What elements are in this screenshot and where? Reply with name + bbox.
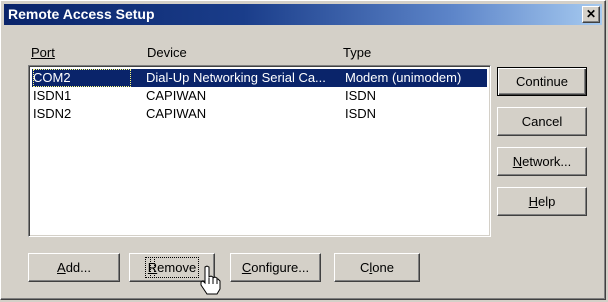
cancel-button[interactable]: Cancel [497, 107, 587, 136]
network-label-mnemonic: N [512, 154, 523, 169]
help-label-mnemonic: H [528, 194, 539, 209]
cancel-label: Cancel [521, 114, 563, 129]
add-label: Add... [57, 260, 91, 275]
column-header-device: Device [147, 45, 187, 60]
list-item-isdn2[interactable]: ISDN2 CAPIWAN ISDN [32, 105, 487, 123]
port-cell: ISDN1 [33, 88, 72, 103]
network-label: Network... [513, 154, 572, 169]
remove-label-post: emove [154, 257, 200, 278]
configure-label: Configure... [242, 260, 309, 275]
list-item-isdn1[interactable]: ISDN1 CAPIWAN ISDN [32, 87, 487, 105]
help-label: Help [529, 194, 556, 209]
port-header-label: Port [31, 45, 55, 60]
remove-label-mnemonic: R [147, 260, 158, 275]
type-cell: ISDN [345, 106, 377, 121]
device-cell: CAPIWAN [146, 106, 207, 121]
port-list[interactable]: COM2 Dial-Up Networking Serial Ca... Mod… [28, 65, 491, 237]
configure-button[interactable]: Configure... [230, 253, 321, 282]
title-bar[interactable]: Remote Access Setup ✕ [4, 4, 602, 25]
network-label-post: etwork... [522, 154, 572, 169]
add-label-post: dd... [65, 260, 91, 275]
clone-label-pre: C [360, 260, 370, 275]
device-cell: Dial-Up Networking Serial Ca... [146, 70, 326, 85]
port-cell: COM2 [33, 69, 131, 87]
configure-label-mnemonic: C [241, 260, 252, 275]
device-cell: CAPIWAN [146, 88, 207, 103]
add-label-mnemonic: A [57, 260, 66, 275]
continue-label: Continue [515, 74, 569, 89]
list-item-com2[interactable]: COM2 Dial-Up Networking Serial Ca... Mod… [32, 69, 487, 87]
remove-label: Remove [144, 257, 200, 278]
network-button[interactable]: Network... [497, 147, 587, 176]
add-button[interactable]: Add... [28, 253, 120, 282]
type-cell: ISDN [345, 88, 377, 103]
type-cell: Modem (unimodem) [345, 70, 462, 85]
close-button[interactable]: ✕ [582, 6, 600, 23]
configure-label-post: onfigure... [251, 260, 310, 275]
column-header-port: Port [31, 45, 55, 60]
port-cell: ISDN2 [33, 106, 72, 121]
clone-button[interactable]: Clone [334, 253, 420, 282]
clone-label-post: one [372, 260, 394, 275]
help-label-post: elp [538, 194, 556, 209]
window-title: Remote Access Setup [8, 6, 155, 22]
remote-access-setup-dialog: Remote Access Setup ✕ Port Device Type C… [0, 0, 606, 300]
clone-label: Clone [360, 260, 394, 275]
hand-pointer-cursor-icon [200, 265, 221, 295]
help-button[interactable]: Help [497, 187, 587, 216]
continue-button[interactable]: Continue [497, 67, 587, 96]
column-header-type: Type [343, 45, 372, 60]
